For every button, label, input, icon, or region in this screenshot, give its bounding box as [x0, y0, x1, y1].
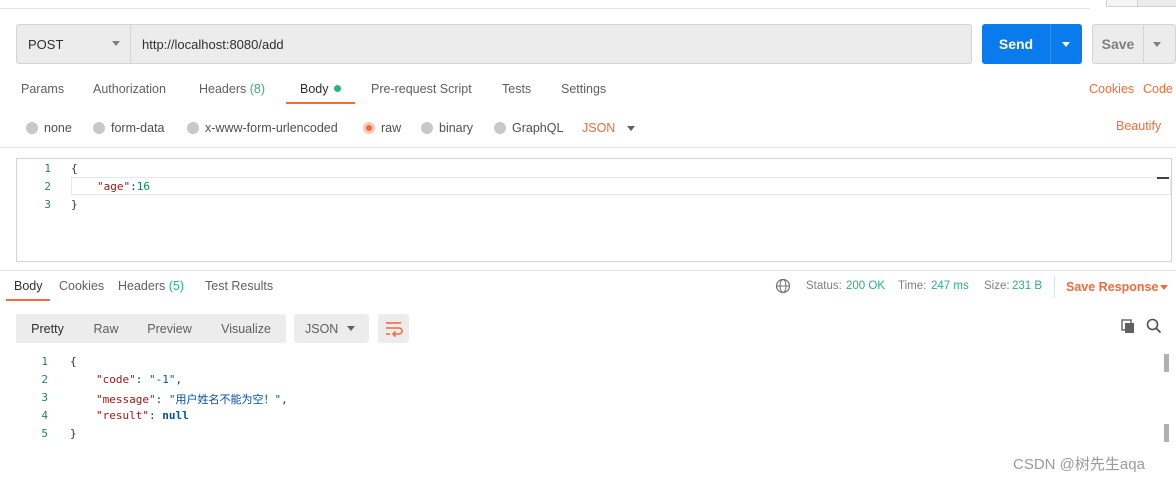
line-number: 2	[44, 180, 51, 193]
response-tab-headers[interactable]: Headers (5)	[118, 279, 184, 293]
chevron-down-icon	[627, 125, 636, 131]
active-tab-indicator	[286, 102, 355, 104]
tab-prerequest-script[interactable]: Pre-request Script	[371, 82, 472, 100]
tab-params[interactable]: Params	[21, 82, 64, 100]
line-number: 2	[41, 373, 48, 386]
code-line-message: "message": "用户姓名不能为空！",	[96, 393, 288, 406]
radio-raw[interactable]: raw	[363, 119, 401, 137]
code-open-brace: {	[71, 162, 78, 175]
body-modified-dot	[333, 85, 341, 92]
url-value: http://localhost:8080/add	[142, 36, 284, 52]
globe-icon[interactable]	[775, 278, 791, 294]
watermark: CSDN @树先生aqa	[1013, 456, 1145, 473]
size-label: Size:	[984, 280, 1010, 292]
save-options-chevron-icon[interactable]	[1153, 42, 1161, 47]
response-body-viewer[interactable]: 1 2 3 4 5 { "code": "-1", "message": "用户…	[0, 352, 1176, 462]
scrollbar-marker[interactable]	[1164, 424, 1169, 442]
tab-authorization[interactable]: Authorization	[93, 82, 166, 100]
tab-overflow-button[interactable]	[1106, 0, 1138, 7]
tab-menu-button[interactable]	[1138, 0, 1176, 7]
view-visualize-button[interactable]: Visualize	[206, 314, 286, 343]
radio-binary[interactable]: binary	[421, 119, 473, 137]
tab-headers[interactable]: Headers (8)	[199, 82, 265, 100]
beautify-link[interactable]: Beautify	[1116, 119, 1161, 133]
top-tab-strip	[0, 0, 1176, 10]
wrap-lines-button[interactable]	[378, 314, 409, 343]
line-number: 3	[41, 391, 48, 404]
code-line-code: "code": "-1",	[96, 373, 183, 386]
tab-body[interactable]: Body	[300, 82, 341, 100]
send-button[interactable]: Send	[982, 24, 1082, 64]
send-label: Send	[998, 36, 1034, 52]
line-number: 3	[44, 198, 51, 211]
response-headers-count: (5)	[168, 279, 185, 293]
code-close-brace: }	[71, 198, 78, 211]
scrollbar-marker[interactable]	[1164, 354, 1169, 372]
save-label: Save	[1101, 36, 1135, 52]
size-value: 231 B	[1012, 280, 1043, 292]
response-tab-cookies[interactable]: Cookies	[59, 279, 104, 293]
cookies-link[interactable]: Cookies	[1089, 82, 1134, 96]
tab-tests[interactable]: Tests	[502, 82, 531, 100]
response-tab-test-results[interactable]: Test Results	[205, 279, 273, 293]
code-line-result: "result": null	[96, 409, 189, 422]
code-link[interactable]: Code	[1143, 82, 1173, 96]
view-pretty-button[interactable]: Pretty	[16, 314, 79, 343]
radio-none[interactable]: none	[26, 119, 72, 137]
chevron-down-icon	[347, 326, 355, 331]
search-icon[interactable]	[1146, 318, 1162, 334]
method-value: POST	[28, 36, 64, 52]
headers-count: (8)	[249, 82, 266, 96]
radio-graphql[interactable]: GraphQL	[494, 119, 563, 137]
status-value: 200 OK	[846, 280, 885, 292]
send-options-chevron-icon[interactable]	[1062, 42, 1070, 47]
request-body-editor[interactable]: 1 2 3 { "age":16 }	[16, 158, 1172, 262]
tab-settings[interactable]: Settings	[561, 82, 606, 100]
line-number: 1	[44, 162, 51, 175]
save-button[interactable]: Save	[1092, 24, 1176, 64]
time-value: 247 ms	[931, 280, 969, 292]
code-line-age: "age":16	[97, 180, 150, 193]
line-number: 5	[41, 427, 48, 440]
response-tab-body[interactable]: Body	[14, 279, 43, 293]
body-format-select[interactable]: JSON	[582, 119, 636, 137]
method-select[interactable]: POST	[16, 24, 131, 64]
status-label: Status:	[806, 280, 842, 292]
radio-form-data[interactable]: form-data	[93, 119, 165, 137]
save-response-button[interactable]: Save Response	[1066, 280, 1158, 294]
view-raw-button[interactable]: Raw	[79, 314, 133, 343]
line-number: 1	[41, 355, 48, 368]
response-view-group: Pretty Raw Preview Visualize	[16, 314, 286, 343]
view-preview-button[interactable]: Preview	[133, 314, 206, 343]
url-input[interactable]: http://localhost:8080/add	[131, 24, 972, 64]
response-format-select[interactable]: JSON	[294, 314, 369, 343]
wrap-lines-icon	[386, 322, 403, 338]
code-close-brace: }	[70, 427, 77, 440]
copy-icon[interactable]	[1120, 318, 1136, 334]
line-number: 4	[41, 409, 48, 422]
chevron-down-icon	[112, 41, 120, 46]
time-label: Time:	[898, 280, 927, 292]
code-open-brace: {	[70, 355, 77, 368]
active-response-tab-indicator	[6, 299, 50, 301]
chevron-down-icon[interactable]	[1160, 285, 1168, 290]
radio-urlencoded[interactable]: x-www-form-urlencoded	[187, 119, 338, 137]
